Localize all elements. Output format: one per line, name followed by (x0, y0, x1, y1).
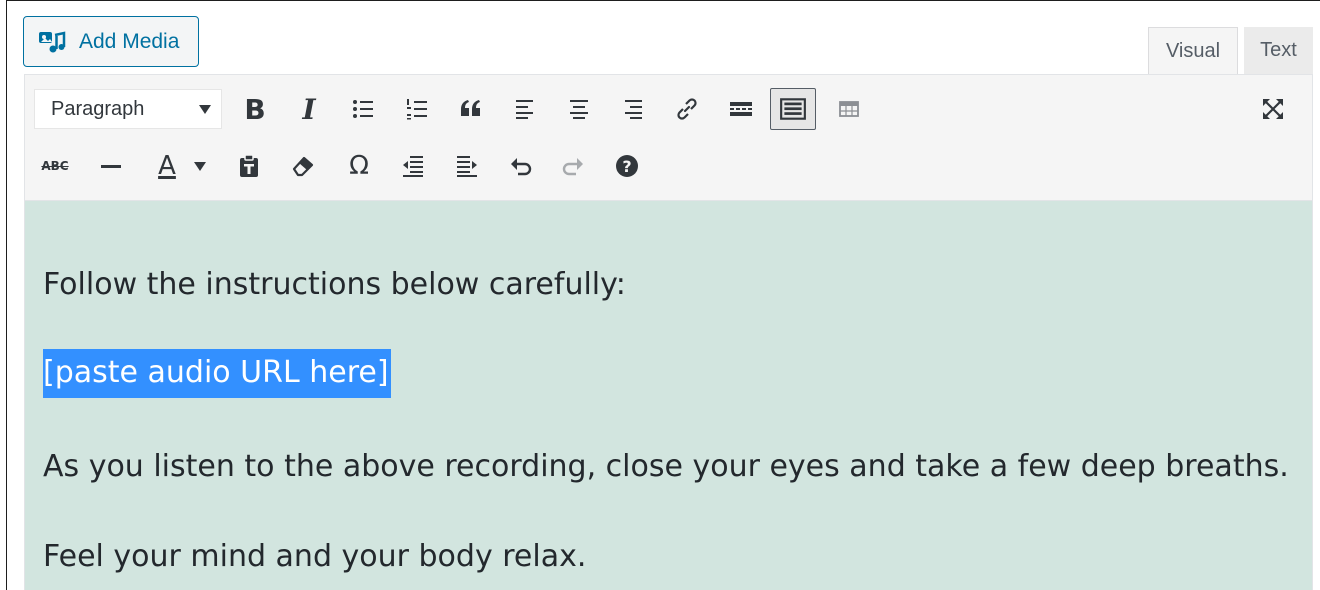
special-character-button[interactable]: Ω (341, 148, 377, 184)
strikethrough-button[interactable]: ABC (37, 148, 73, 184)
numbered-list-icon (407, 99, 427, 120)
align-left-button[interactable] (507, 91, 543, 127)
redo-button[interactable] (555, 148, 591, 184)
toolbar-toggle-button[interactable] (770, 88, 816, 130)
increase-indent-button[interactable] (449, 148, 485, 184)
tab-text[interactable]: Text (1244, 27, 1313, 74)
chevron-down-icon (199, 105, 211, 114)
italic-icon: I (302, 92, 316, 126)
text-color-dropdown[interactable] (189, 148, 211, 184)
redo-icon (562, 158, 583, 176)
window-top-border (6, 0, 1320, 1)
clipboard-icon (240, 154, 258, 177)
add-media-label: Add Media (79, 29, 180, 53)
paragraph: As you listen to the above recording, cl… (43, 449, 1289, 484)
decrease-indent-button[interactable] (395, 148, 431, 184)
text-color-icon: A (158, 151, 176, 181)
omega-icon: Ω (349, 151, 369, 181)
fullscreen-icon (1263, 99, 1283, 119)
link-icon (677, 98, 697, 120)
read-more-button[interactable] (723, 91, 759, 127)
align-center-icon (570, 100, 588, 119)
help-icon: ? (616, 155, 638, 177)
editor: Paragraph B I ABC A Ω ? Follow the instr… (24, 74, 1313, 590)
help-icon-glyph: ? (622, 157, 631, 176)
table-button[interactable] (831, 91, 867, 127)
editor-toolbar: Paragraph B I ABC A Ω ? (25, 75, 1312, 201)
bold-icon: B (244, 92, 266, 126)
text-color-button[interactable]: A (145, 148, 189, 184)
clear-formatting-button[interactable] (285, 148, 321, 184)
window-left-border (6, 0, 7, 590)
bulleted-list-icon (353, 100, 373, 118)
align-center-button[interactable] (561, 91, 597, 127)
insert-link-button[interactable] (669, 91, 705, 127)
align-right-icon (625, 100, 642, 119)
tab-visual[interactable]: Visual (1148, 27, 1238, 74)
blockquote-button[interactable] (453, 91, 489, 127)
numbered-list-button[interactable] (399, 91, 435, 127)
bulleted-list-button[interactable] (345, 91, 381, 127)
format-select[interactable]: Paragraph (34, 89, 222, 129)
eraser-icon (292, 156, 314, 177)
align-right-button[interactable] (615, 91, 651, 127)
align-left-icon (516, 100, 533, 119)
horizontal-line-button[interactable] (93, 148, 129, 184)
chevron-down-icon (194, 161, 206, 171)
read-more-icon (730, 102, 752, 116)
fullscreen-button[interactable] (1255, 91, 1291, 127)
paragraph: Follow the instructions below carefully: (43, 267, 626, 302)
keyboard-icon (780, 98, 806, 120)
bold-button[interactable]: B (237, 91, 273, 127)
indent-icon (457, 156, 477, 177)
italic-button[interactable]: I (291, 91, 327, 127)
strikethrough-icon: ABC (41, 159, 69, 173)
undo-button[interactable] (503, 148, 539, 184)
add-media-button[interactable]: Add Media (23, 16, 199, 67)
undo-icon (511, 158, 532, 176)
media-icon (39, 30, 66, 52)
table-icon (839, 101, 859, 117)
keyboard-shortcuts-button[interactable]: ? (609, 148, 645, 184)
paragraph-selected: [paste audio URL here] (43, 349, 391, 398)
horizontal-line-icon (101, 165, 121, 168)
outdent-icon (403, 156, 423, 177)
paste-as-text-button[interactable] (231, 148, 267, 184)
paragraph: Feel your mind and your body relax. (43, 539, 587, 574)
format-select-value: Paragraph (51, 97, 145, 120)
selected-text[interactable]: [paste audio URL here] (43, 349, 391, 398)
blockquote-icon (461, 100, 480, 116)
